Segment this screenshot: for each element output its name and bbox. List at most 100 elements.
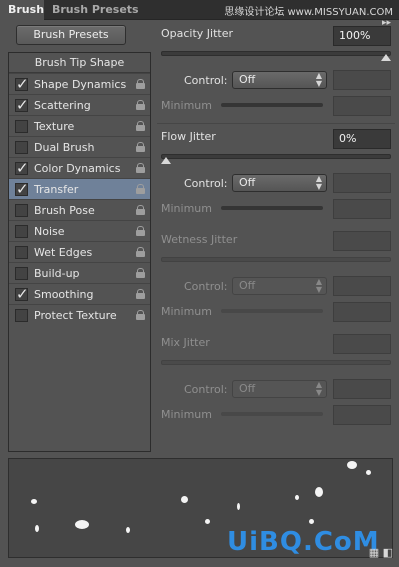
option-noise[interactable]: Noise [9,220,150,241]
tab-bar: Brush Brush Presets 思缘设计论坛 www.MISSYUAN.… [0,0,399,20]
toggle-grid-icon[interactable]: ▦ [369,546,379,559]
opacity-control-label: Control: [184,74,228,87]
option-label: Smoothing [34,288,94,301]
option-label: Noise [34,225,65,238]
flow-minimum-label: Minimum [161,202,212,215]
preview-dab [181,496,188,503]
checkbox[interactable] [15,120,28,133]
mix-control-label: Control: [184,383,228,396]
checkmark-icon: ✓ [16,75,29,93]
option-label: Wet Edges [34,246,93,259]
flow-control-select[interactable]: Off ▲ ▼ [232,174,327,192]
flow-minimum-slider[interactable] [221,206,323,210]
wetness-minimum-label: Minimum [161,305,212,318]
lock-icon[interactable] [136,205,145,215]
lock-icon[interactable] [136,163,145,173]
option-label: Transfer [34,183,79,196]
checkbox[interactable]: ✓ [15,96,29,114]
option-label: Build-up [34,267,80,280]
opacity-jitter-label: Opacity Jitter [161,27,234,40]
option-texture[interactable]: Texture [9,115,150,136]
brush-panel: Brush Brush Presets 思缘设计论坛 www.MISSYUAN.… [0,0,399,567]
wetness-control-value: Off [239,279,256,292]
checkbox[interactable]: ✓ [15,285,29,303]
mix-minimum-label: Minimum [161,408,212,421]
preview-dab [75,520,89,529]
checkbox[interactable] [15,225,28,238]
checkbox[interactable]: ✓ [15,159,29,177]
flow-jitter-slider[interactable] [161,154,391,159]
wetness-minimum-slider [221,309,323,313]
option-label: Scattering [34,99,91,112]
brush-presets-button[interactable]: Brush Presets [16,25,126,45]
mix-control-select: Off ▲ ▼ [232,380,327,398]
option-dual-brush[interactable]: Dual Brush [9,136,150,157]
brush-options-list: Brush Tip Shape ✓ Shape Dynamics ✓ Scatteri… [8,52,151,452]
preview-dab [366,470,371,475]
preview-dab [126,527,130,533]
option-brush-pose[interactable]: Brush Pose [9,199,150,220]
checkmark-icon: ✓ [16,285,29,303]
option-wet-edges[interactable]: Wet Edges [9,241,150,262]
flow-jitter-field[interactable]: 0% [333,129,391,149]
opacity-control-select[interactable]: Off ▲ ▼ [232,71,327,89]
mix-control-value: Off [239,382,256,395]
option-transfer[interactable]: ✓ Transfer [9,178,150,199]
wetness-control-field [333,276,391,296]
lock-icon[interactable] [136,289,145,299]
lock-icon[interactable] [136,247,145,257]
option-shape-dynamics[interactable]: ✓ Shape Dynamics [9,73,150,94]
brush-tip-shape-item[interactable]: Brush Tip Shape [9,53,150,73]
select-arrows-icon: ▲ ▼ [315,380,322,397]
bottom-toolbar: ▦ ◧ [369,546,393,559]
wetness-control-label: Control: [184,280,228,293]
opacity-minimum-label: Minimum [161,99,212,112]
option-build-up[interactable]: Build-up [9,262,150,283]
preview-dab [309,519,314,524]
flow-control-label: Control: [184,177,228,190]
option-label: Brush Pose [34,204,95,217]
wetness-jitter-slider [161,257,391,262]
preview-dab [347,461,357,469]
lock-icon[interactable] [136,121,145,131]
preview-dab [35,525,39,532]
checkbox[interactable] [15,267,28,280]
checkbox[interactable]: ✓ [15,180,29,198]
wetness-minimum-field [333,302,391,322]
option-protect-texture[interactable]: Protect Texture [9,304,150,325]
checkbox[interactable] [15,246,28,259]
lock-icon[interactable] [136,184,145,194]
select-arrows-icon: ▲ ▼ [315,71,322,88]
checkbox[interactable]: ✓ [15,75,29,93]
lock-icon[interactable] [136,226,145,236]
opacity-jitter-slider-thumb[interactable] [381,54,391,61]
opacity-jitter-slider[interactable] [161,51,391,56]
option-smoothing[interactable]: ✓ Smoothing [9,283,150,304]
mix-jitter-slider [161,360,391,365]
flow-minimum-field [333,199,391,219]
opacity-minimum-slider[interactable] [221,103,323,107]
flow-control-value: Off [239,176,256,189]
checkbox[interactable] [15,141,28,154]
lock-icon[interactable] [136,142,145,152]
flow-jitter-slider-thumb[interactable] [161,157,171,164]
checkmark-icon: ✓ [16,96,29,114]
create-brush-icon[interactable]: ◧ [383,546,393,559]
lock-icon[interactable] [136,268,145,278]
checkbox[interactable] [15,309,28,322]
option-color-dynamics[interactable]: ✓ Color Dynamics [9,157,150,178]
lock-icon[interactable] [136,310,145,320]
option-scattering[interactable]: ✓ Scattering [9,94,150,115]
option-label: Dual Brush [34,141,95,154]
select-arrows-icon: ▲ ▼ [315,277,322,294]
checkbox[interactable] [15,204,28,217]
lock-icon[interactable] [136,79,145,89]
preview-dab [295,495,299,500]
opacity-jitter-field[interactable]: 100% [333,26,391,46]
mix-jitter-field [333,334,391,354]
tab-brush[interactable]: Brush [0,0,44,20]
tab-brush-presets[interactable]: Brush Presets [44,0,147,20]
lock-icon[interactable] [136,100,145,110]
option-label: Texture [34,120,75,133]
option-label: Protect Texture [34,309,117,322]
